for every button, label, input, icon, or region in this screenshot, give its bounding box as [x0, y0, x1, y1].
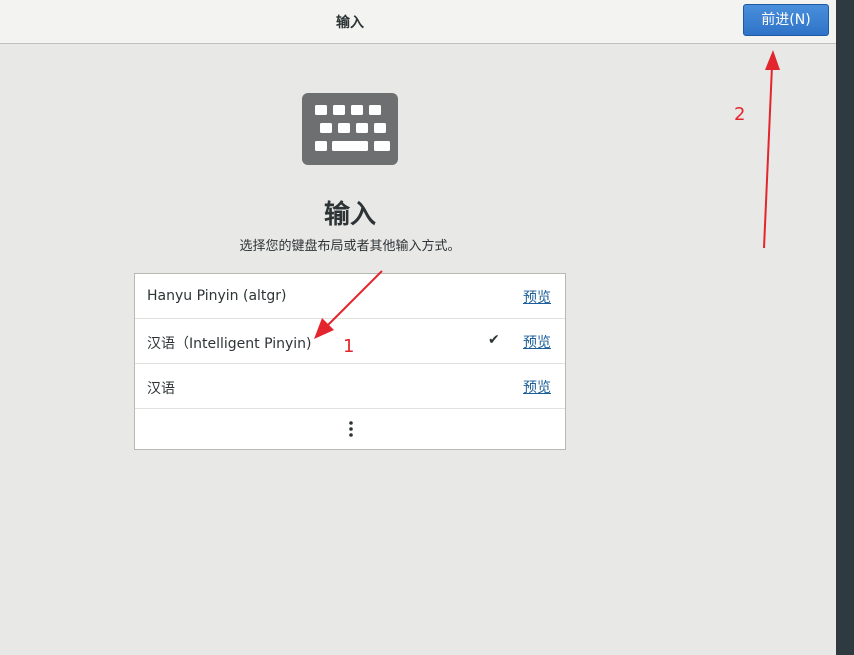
layout-label: 汉语（Intelligent Pinyin) — [147, 336, 312, 352]
header-title: 输入 — [336, 15, 364, 31]
more-vertical-icon — [349, 421, 353, 437]
desktop-edge — [836, 0, 854, 655]
layout-row-hanyu[interactable]: 汉语 预览 — [135, 364, 565, 409]
header-bar: 输入 前进(N) — [0, 0, 836, 44]
page-subtitle: 选择您的键盘布局或者其他输入方式。 — [239, 239, 461, 254]
keyboard-icon — [302, 93, 398, 165]
checkmark-icon: ✔ — [488, 332, 500, 348]
preview-link[interactable]: 预览 — [523, 287, 551, 307]
window: 输入 前进(N) 输入 选择您的键盘布局或者其他输入方式。 Hanyu Piny… — [0, 0, 836, 655]
preview-link[interactable]: 预览 — [523, 377, 551, 397]
layout-label: Hanyu Pinyin (altgr) — [147, 288, 287, 304]
preview-link[interactable]: 预览 — [523, 332, 551, 352]
more-layouts-button[interactable] — [135, 409, 565, 449]
layout-row-hanyu-pinyin-altgr[interactable]: Hanyu Pinyin (altgr) 预览 — [135, 274, 565, 319]
layout-label: 汉语 — [147, 381, 175, 397]
layout-list: Hanyu Pinyin (altgr) 预览 汉语（Intelligent P… — [134, 273, 566, 450]
annotation-label-2: 2 — [734, 104, 746, 125]
annotation-label-1: 1 — [343, 336, 355, 357]
next-button[interactable]: 前进(N) — [743, 4, 829, 36]
page-title: 输入 — [323, 200, 376, 230]
